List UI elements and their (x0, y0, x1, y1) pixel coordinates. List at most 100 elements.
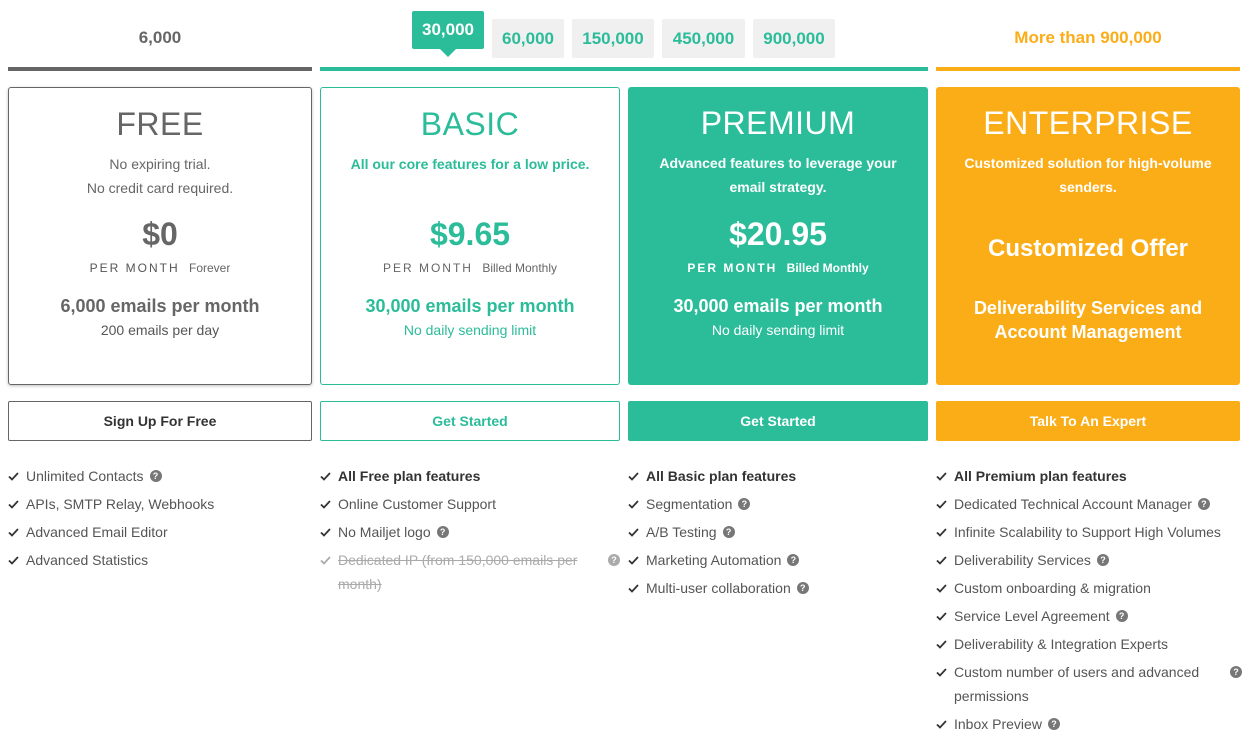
per-month-label: PER MONTH (382, 261, 473, 275)
feature-item: Deliverability Services? (936, 548, 1246, 572)
check-icon (8, 520, 20, 544)
basic-get-started-button[interactable]: Get Started (320, 401, 620, 441)
feature-text: Inbox Preview (954, 716, 1042, 732)
talk-to-expert-button[interactable]: Talk To An Expert (936, 401, 1240, 441)
feature-item: No Mailjet logo? (320, 520, 624, 544)
feature-list-enterprise: All Premium plan features Dedicated Techn… (936, 464, 1246, 737)
plan-price: $0 (142, 216, 178, 252)
help-icon[interactable]: ? (1096, 554, 1109, 567)
feature-text: Advanced Statistics (26, 552, 149, 568)
plan-name: FREE (116, 106, 204, 142)
check-icon (628, 520, 640, 544)
help-icon[interactable]: ? (787, 554, 800, 567)
plan-description-line: No credit card required. (86, 180, 234, 196)
plan-price: $20.95 (729, 216, 827, 252)
feature-item: Advanced Email Editor (8, 520, 312, 544)
feature-item: Advanced Statistics (8, 548, 312, 572)
check-icon (628, 548, 640, 572)
feature-item: All Free plan features (320, 464, 624, 488)
per-month-label: PER MONTH (89, 261, 180, 275)
plan-name: ENTERPRISE (983, 105, 1193, 141)
price-meta: PER MONTH Billed Monthly (628, 261, 928, 275)
feature-text: No Mailjet logo (338, 524, 431, 540)
feature-item: Deliverability & Integration Experts (936, 632, 1246, 656)
price-meta: PER MONTH Forever (9, 261, 311, 275)
check-icon (936, 520, 948, 544)
volume-enterprise-label[interactable]: More than 900,000 (936, 18, 1240, 58)
per-month-label: PER MONTH (687, 261, 778, 275)
paid-column-bar (320, 67, 928, 71)
help-icon[interactable]: ? (796, 582, 809, 595)
check-icon (936, 660, 948, 684)
volume-tab-60000[interactable]: 60,000 (492, 19, 564, 58)
feature-item: Marketing Automation? (628, 548, 932, 572)
feature-item: Service Level Agreement? (936, 604, 1246, 628)
feature-text: Deliverability Services (954, 552, 1091, 568)
feature-text: Advanced Email Editor (26, 524, 168, 540)
feature-item: Custom number of users and advanced perm… (936, 660, 1246, 708)
free-column-bar (8, 67, 312, 71)
sign-up-free-button[interactable]: Sign Up For Free (8, 401, 312, 441)
feature-text: Infinite Scalability to Support High Vol… (954, 524, 1221, 540)
help-icon[interactable]: ? (722, 526, 735, 539)
feature-item: All Premium plan features (936, 464, 1246, 488)
help-icon[interactable]: ? (738, 498, 751, 511)
help-icon[interactable]: ? (1047, 718, 1060, 731)
check-icon (628, 576, 640, 600)
feature-text: Service Level Agreement (954, 608, 1110, 624)
feature-item: Dedicated Technical Account Manager? (936, 492, 1246, 516)
feature-text: Segmentation (646, 496, 733, 512)
plan-description-line: No expiring trial. (109, 156, 211, 172)
check-icon (936, 464, 948, 488)
feature-list-free: Unlimited Contacts? APIs, SMTP Relay, Web… (8, 464, 312, 576)
help-icon[interactable]: ? (1115, 610, 1128, 623)
billing-label: Forever (189, 261, 231, 275)
check-icon (936, 632, 948, 656)
feature-item: Inbox Preview? (936, 712, 1246, 736)
help-icon[interactable]: ? (1230, 666, 1242, 678)
feature-text: Marketing Automation (646, 552, 782, 568)
premium-get-started-button[interactable]: Get Started (628, 401, 928, 441)
price-meta: PER MONTH Billed Monthly (321, 261, 619, 275)
daily-limit: 200 emails per day (100, 322, 220, 338)
plan-card-enterprise: ENTERPRISE Customized solution for high-… (936, 87, 1240, 385)
help-icon[interactable]: ? (436, 526, 449, 539)
help-icon[interactable]: ? (608, 554, 620, 566)
volume-tab-150000[interactable]: 150,000 (572, 19, 654, 58)
plan-description: No expiring trial. No credit card requir… (25, 152, 295, 200)
volume-tab-30000[interactable]: 30,000 (412, 11, 484, 57)
feature-text: Multi-user collaboration (646, 580, 791, 596)
feature-item: Unlimited Contacts? (8, 464, 312, 488)
feature-text: Unlimited Contacts (26, 468, 144, 484)
plan-description: All our core features for a low price. (350, 156, 590, 172)
help-icon[interactable]: ? (1197, 498, 1210, 511)
feature-item: APIs, SMTP Relay, Webhooks (8, 492, 312, 516)
check-icon (8, 492, 20, 516)
feature-text: Dedicated IP (from 150,000 emails per mo… (338, 552, 578, 592)
billing-label: Billed Monthly (786, 261, 869, 275)
check-icon (320, 464, 332, 488)
help-icon[interactable]: ? (149, 470, 162, 483)
plan-card-free: FREE No expiring trial. No credit card r… (8, 87, 312, 385)
check-icon (936, 576, 948, 600)
daily-limit: No daily sending limit (403, 322, 537, 338)
enterprise-column-bar (936, 67, 1240, 71)
plan-price: $9.65 (429, 216, 511, 252)
feature-text: All Premium plan features (954, 468, 1127, 484)
volume-tab-450000[interactable]: 450,000 (662, 19, 745, 58)
check-icon (936, 492, 948, 516)
feature-text: Dedicated Technical Account Manager (954, 496, 1192, 512)
feature-text: All Basic plan features (646, 468, 797, 484)
volume-tab-900000[interactable]: 900,000 (753, 19, 835, 58)
billing-label: Billed Monthly (482, 261, 558, 275)
customized-offer: Customized Offer (987, 235, 1188, 262)
monthly-emails: 30,000 emails per month (365, 296, 575, 316)
enterprise-services: Deliverability Services and Account Mana… (973, 298, 1203, 342)
feature-list-premium: All Basic plan features Segmentation? A/B … (628, 464, 932, 604)
feature-text: Custom number of users and advanced perm… (954, 664, 1200, 704)
feature-text: All Free plan features (338, 468, 481, 484)
feature-item: Infinite Scalability to Support High Vol… (936, 520, 1246, 544)
feature-list-basic: All Free plan features Online Customer Su… (320, 464, 624, 600)
check-icon (936, 604, 948, 628)
monthly-emails: 6,000 emails per month (60, 296, 260, 316)
